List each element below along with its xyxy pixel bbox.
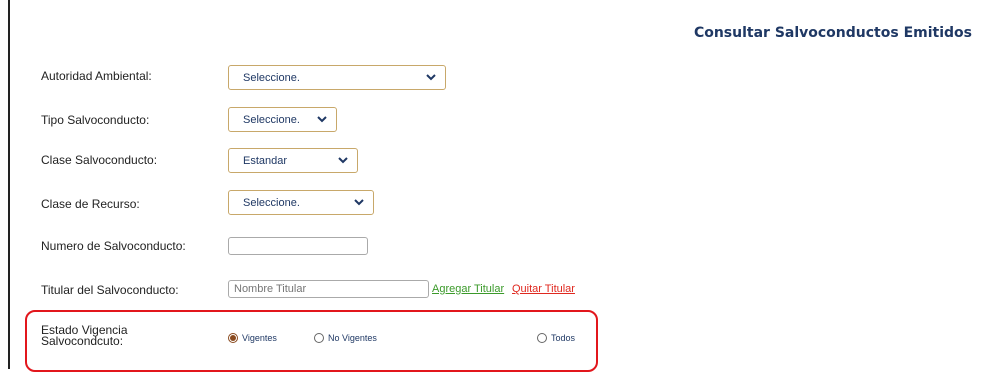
- estado-label: Estado Vigencia Salvocondcuto:: [41, 324, 128, 348]
- radio-icon: [228, 333, 238, 343]
- add-titular-link[interactable]: Agregar Titular: [432, 283, 504, 295]
- titular-label: Titular del Salvoconducto:: [41, 283, 179, 297]
- autoridad-value: Seleccione.: [243, 71, 300, 84]
- radio-no-vigentes[interactable]: No Vigentes: [314, 333, 377, 343]
- page-title: Consultar Salvoconductos Emitidos: [693, 25, 972, 41]
- radio-todos[interactable]: Todos: [537, 333, 575, 343]
- autoridad-label: Autoridad Ambiental:: [41, 69, 152, 83]
- estado-label-line2: Salvocondcuto:: [41, 334, 124, 348]
- radio-vigentes[interactable]: Vigentes: [228, 333, 277, 343]
- chevron-down-icon: [338, 157, 348, 164]
- recurso-value: Seleccione.: [243, 196, 300, 209]
- numero-input[interactable]: [228, 237, 368, 255]
- tipo-label: Tipo Salvoconducto:: [41, 113, 150, 127]
- radio-vigentes-label: Vigentes: [242, 333, 277, 343]
- remove-titular-link[interactable]: Quitar Titular: [512, 283, 575, 295]
- titular-input[interactable]: [228, 280, 429, 298]
- chevron-down-icon: [426, 74, 436, 81]
- radio-todos-label: Todos: [551, 333, 576, 343]
- radio-icon: [314, 333, 324, 343]
- clase-label: Clase Salvoconducto:: [41, 153, 158, 167]
- tipo-value: Seleccione.: [243, 113, 300, 126]
- radio-no-vigentes-label: No Vigentes: [328, 333, 377, 343]
- radio-icon: [537, 333, 547, 343]
- clase-select[interactable]: Estandar: [228, 148, 358, 173]
- tipo-select[interactable]: Seleccione.: [228, 107, 337, 132]
- chevron-down-icon: [317, 116, 327, 123]
- recurso-label: Clase de Recurso:: [41, 197, 140, 211]
- recurso-select[interactable]: Seleccione.: [228, 190, 374, 215]
- numero-label: Numero de Salvoconducto:: [41, 239, 186, 253]
- chevron-down-icon: [354, 199, 364, 206]
- clase-value: Estandar: [243, 154, 288, 167]
- autoridad-select[interactable]: Seleccione.: [228, 65, 446, 90]
